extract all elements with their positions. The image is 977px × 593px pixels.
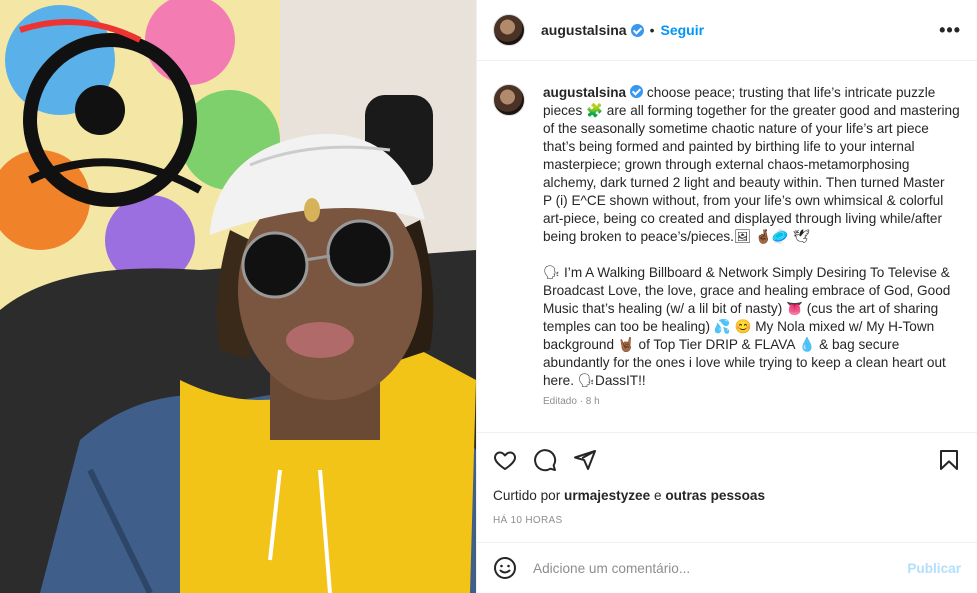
verified-badge-icon bbox=[630, 23, 644, 37]
bookmark-icon[interactable] bbox=[937, 448, 961, 472]
caption: augustalsina choose peace; trusting that… bbox=[493, 84, 961, 390]
verified-badge-icon bbox=[630, 85, 644, 98]
post-detail-panel: augustalsina • Seguir ••• augustalsina c… bbox=[476, 0, 977, 593]
action-icons bbox=[493, 433, 961, 487]
caption-username[interactable]: augustalsina bbox=[543, 85, 626, 100]
header-separator: • bbox=[649, 22, 655, 38]
comments-scroll[interactable]: augustalsina choose peace; trusting that… bbox=[477, 61, 977, 432]
smiley-icon[interactable] bbox=[493, 556, 517, 580]
liked-user-link[interactable]: urmajestyzee bbox=[564, 488, 650, 503]
liked-mid: e bbox=[650, 488, 666, 503]
photo-illustration bbox=[0, 0, 476, 593]
send-icon[interactable] bbox=[573, 448, 597, 472]
post-timestamp[interactable]: HÁ 10 HORAS bbox=[493, 515, 961, 526]
post-header: augustalsina • Seguir ••• bbox=[477, 0, 977, 61]
edited-label: Editado · 8 h bbox=[543, 396, 600, 407]
more-options-icon[interactable]: ••• bbox=[939, 20, 961, 41]
publish-button[interactable]: Publicar bbox=[907, 561, 961, 576]
caption-text: augustalsina choose peace; trusting that… bbox=[543, 84, 961, 390]
comment-icon[interactable] bbox=[533, 448, 557, 472]
caption-body: choose peace; trusting that life’s intri… bbox=[543, 85, 960, 388]
liked-others-link[interactable]: outras pessoas bbox=[665, 488, 765, 503]
liked-prefix: Curtido por bbox=[493, 488, 565, 503]
caption-avatar[interactable] bbox=[493, 84, 525, 116]
post-actions: Curtido por urmajestyzee e outras pessoa… bbox=[477, 432, 977, 526]
heart-icon[interactable] bbox=[493, 448, 517, 472]
post-photo[interactable] bbox=[0, 0, 476, 593]
comment-input[interactable] bbox=[533, 560, 908, 576]
likes-summary: Curtido por urmajestyzee e outras pessoa… bbox=[493, 488, 961, 503]
comment-bar: Publicar bbox=[477, 542, 977, 593]
username-link[interactable]: augustalsina bbox=[541, 22, 627, 38]
follow-button[interactable]: Seguir bbox=[661, 22, 705, 38]
avatar[interactable] bbox=[493, 14, 525, 46]
